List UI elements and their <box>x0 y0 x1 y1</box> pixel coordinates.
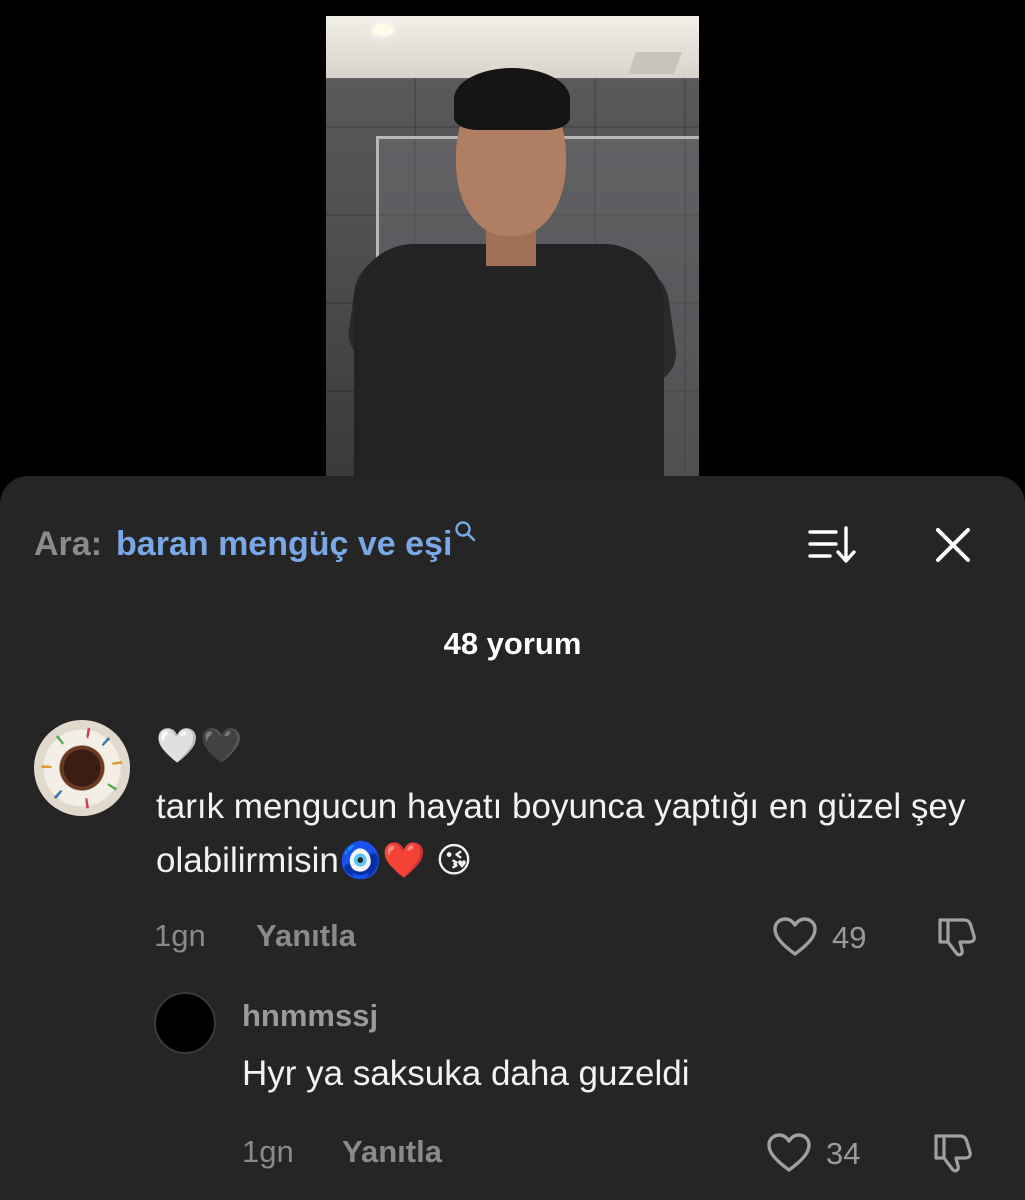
person-hair <box>454 68 570 130</box>
comments-sheet: Ara: baran mengüç ve eşi 48 yorum 🤍🖤 tar… <box>0 476 1025 1200</box>
comments-count: 48 yorum <box>443 626 582 661</box>
comment-text: tarık mengucun hayatı boyunca yaptığı en… <box>156 787 966 880</box>
reply-button[interactable]: Yanıtla <box>256 918 356 954</box>
like-count: 34 <box>826 1136 861 1171</box>
video-frame[interactable] <box>326 16 699 476</box>
search-bar[interactable]: Ara: baran mengüç ve eşi <box>34 520 476 566</box>
avatar[interactable] <box>154 992 216 1054</box>
dislike-icon[interactable] <box>930 1130 976 1174</box>
dislike-icon[interactable] <box>934 914 980 958</box>
ceiling-lamp <box>372 24 394 36</box>
heart-icon[interactable] <box>772 916 818 958</box>
reply-button[interactable]: Yanıtla <box>342 1134 442 1170</box>
person-shirt <box>354 244 664 476</box>
close-icon[interactable] <box>930 522 976 568</box>
comment-username[interactable]: 🤍🖤 <box>156 726 245 766</box>
search-prefix: Ara: <box>34 524 103 563</box>
search-icon[interactable] <box>454 520 476 548</box>
heart-icon[interactable] <box>766 1132 812 1174</box>
like-count: 49 <box>832 920 867 955</box>
ceiling-vent <box>627 52 683 74</box>
avatar[interactable] <box>34 720 130 816</box>
sort-icon[interactable] <box>806 522 860 568</box>
comment-username[interactable]: hnmmssj <box>242 998 378 1034</box>
comment-time: 1gn <box>154 918 206 953</box>
comment-time: 1gn <box>242 1134 294 1169</box>
search-query-link[interactable]: baran mengüç ve eşi <box>116 525 452 564</box>
comment-text: Hyr ya saksuka daha guzeldi <box>242 1054 690 1093</box>
